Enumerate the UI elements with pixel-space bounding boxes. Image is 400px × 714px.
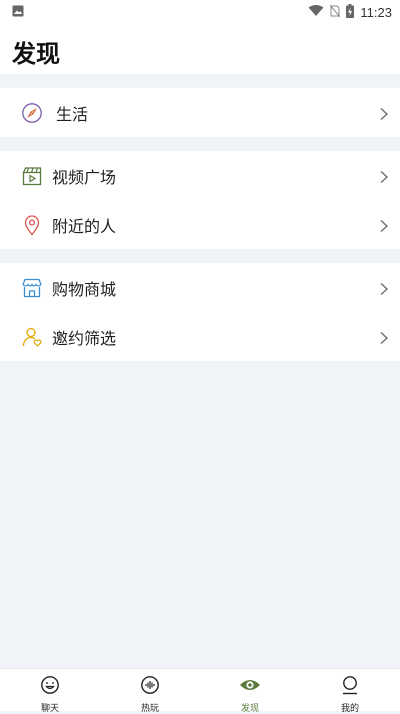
page-title: 发现 [12, 40, 60, 68]
status-bar: 11:23 [0, 0, 400, 24]
smile-chat-icon [40, 675, 60, 699]
menu-group-life: 生活 [0, 88, 400, 137]
user-heart-icon [21, 326, 43, 348]
sound-wave-icon [140, 675, 160, 699]
tab-me[interactable]: 我的 [300, 669, 400, 714]
menu-item-label: 生活 [56, 104, 89, 124]
tab-label: 热玩 [140, 704, 159, 714]
video-clapper-icon [21, 165, 43, 187]
menu-item-label: 购物商城 [52, 279, 117, 299]
menu-item-shopping-mall[interactable]: 购物商城 [0, 263, 400, 312]
compass-icon [21, 102, 43, 124]
battery-charging-icon [346, 3, 355, 21]
status-time: 11:23 [360, 4, 392, 20]
tab-hot-play[interactable]: 热玩 [100, 669, 200, 714]
user-icon [340, 675, 360, 699]
wifi-icon [308, 4, 324, 20]
tab-label: 我的 [340, 704, 359, 714]
tab-label: 发现 [240, 704, 259, 714]
menu-item-life[interactable]: 生活 [0, 88, 400, 137]
image-notification-icon [12, 5, 24, 20]
tab-chat[interactable]: 聊天 [0, 669, 100, 714]
chevron-right-icon [378, 281, 390, 295]
menu-item-invite-filter[interactable]: 邀约筛选 [0, 312, 400, 361]
chevron-right-icon [378, 169, 390, 183]
eye-icon [239, 675, 261, 699]
menu-group-social: 视频广场 附近的人 [0, 151, 400, 249]
page-header: 发现 [0, 24, 400, 74]
chevron-right-icon [378, 218, 390, 232]
menu-item-label: 视频广场 [52, 167, 117, 187]
store-icon [21, 277, 43, 299]
bottom-tab-bar: 聊天 热玩 发现 我的 [0, 668, 400, 714]
tab-label: 聊天 [40, 704, 59, 714]
chevron-right-icon [378, 330, 390, 344]
menu-group-shopping: 购物商城 邀约筛选 [0, 263, 400, 361]
no-sim-icon [330, 4, 341, 20]
location-pin-icon [21, 214, 43, 236]
tab-discover[interactable]: 发现 [200, 669, 300, 714]
menu-item-label: 附近的人 [52, 216, 117, 236]
menu-item-label: 邀约筛选 [52, 328, 117, 348]
chevron-right-icon [378, 106, 390, 120]
menu-item-video-square[interactable]: 视频广场 [0, 151, 400, 200]
menu-item-nearby-people[interactable]: 附近的人 [0, 200, 400, 249]
